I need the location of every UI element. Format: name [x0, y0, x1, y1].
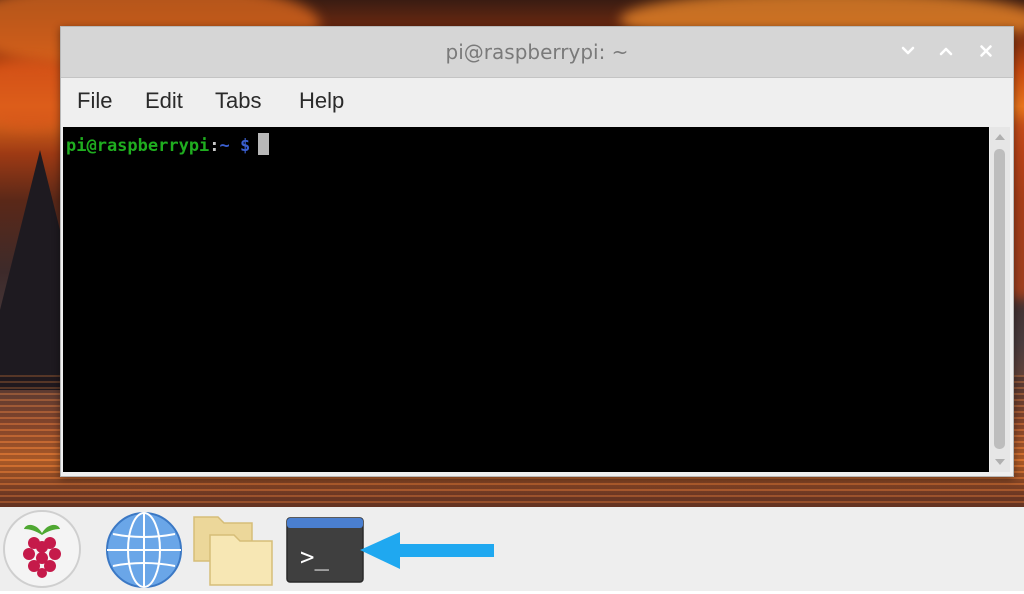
scrollbar-thumb[interactable] — [994, 149, 1005, 449]
window-title: pi@raspberrypi: ~ — [445, 40, 629, 64]
close-icon — [980, 45, 992, 57]
title-bar[interactable]: pi@raspberrypi: ~ — [61, 27, 1013, 78]
text-cursor — [258, 133, 270, 155]
menu-help[interactable]: Help — [299, 88, 344, 114]
scroll-down-arrow-icon[interactable] — [990, 454, 1010, 470]
maximize-button[interactable] — [933, 39, 959, 65]
menu-tabs[interactable]: Tabs — [215, 88, 261, 114]
menu-bar: File Edit Tabs Help — [61, 78, 1013, 126]
vertical-scrollbar[interactable] — [990, 127, 1010, 472]
prompt-dollar: $ — [240, 136, 251, 156]
menu-edit[interactable]: Edit — [145, 88, 183, 114]
chevron-down-icon — [901, 46, 915, 55]
prompt-user-host: pi@raspberrypi — [66, 136, 210, 156]
menu-file[interactable]: File — [77, 88, 112, 114]
scroll-up-arrow-icon[interactable] — [990, 129, 1010, 145]
prompt-colon: : — [209, 136, 220, 156]
taskbar: >_ — [0, 507, 1024, 591]
minimize-button[interactable] — [895, 39, 921, 65]
file-manager-icon[interactable] — [192, 511, 276, 591]
web-browser-icon[interactable] — [104, 510, 184, 594]
close-button[interactable] — [973, 39, 999, 65]
shell-prompt: pi@raspberrypi:~ $ — [66, 133, 270, 156]
prompt-path: ~ — [219, 136, 230, 156]
annotation-arrow-icon — [360, 532, 494, 569]
terminal-icon[interactable]: >_ — [286, 517, 364, 587]
terminal-glyph: >_ — [300, 543, 329, 571]
raspberry-menu-icon[interactable] — [2, 509, 82, 593]
terminal-output[interactable]: pi@raspberrypi:~ $ — [63, 127, 989, 472]
chevron-up-icon — [939, 47, 953, 56]
terminal-window[interactable]: pi@raspberrypi: ~ File Edit Tabs Help pi… — [60, 26, 1014, 477]
